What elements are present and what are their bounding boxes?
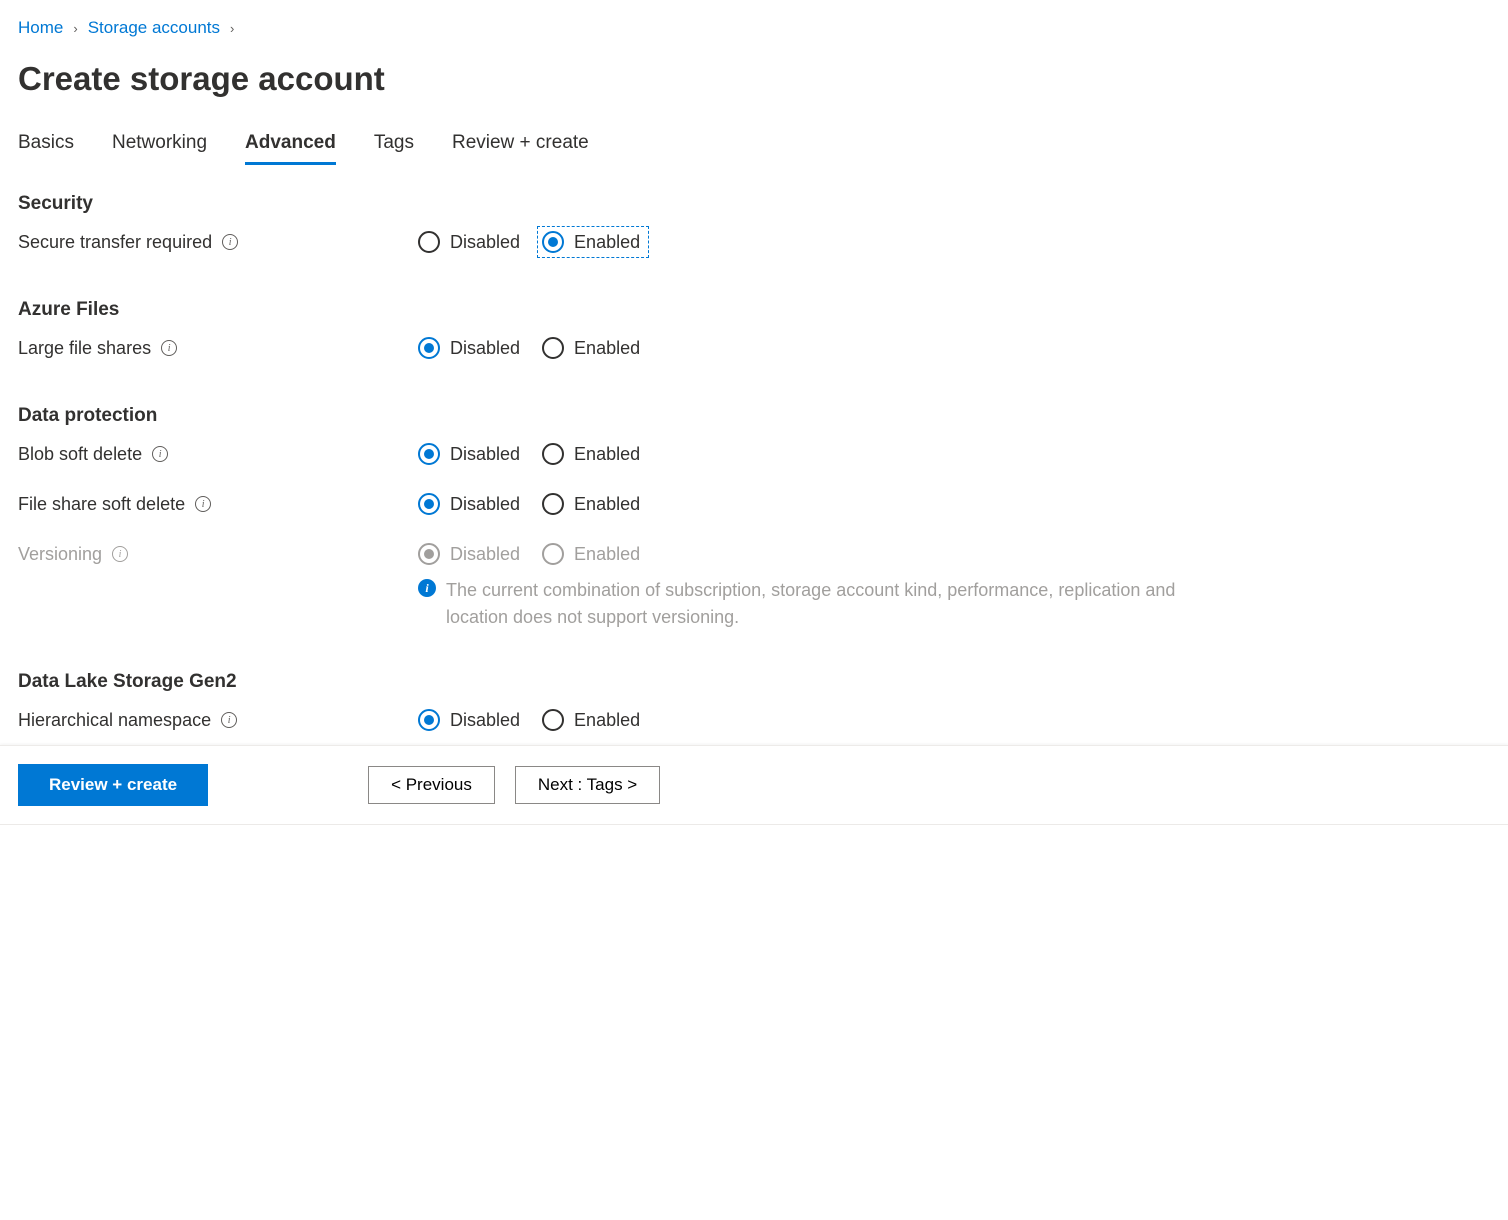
radio-group-file-share-soft-delete: Disabled Enabled [418, 493, 640, 515]
info-icon[interactable]: i [221, 712, 237, 728]
radio-blob-soft-delete-disabled[interactable]: Disabled [418, 443, 520, 465]
radio-circle-icon [542, 337, 564, 359]
radio-versioning-disabled: Disabled [418, 543, 520, 565]
radio-circle-icon [542, 443, 564, 465]
page-title: Create storage account [18, 60, 1508, 98]
radio-text: Enabled [574, 338, 640, 359]
radio-file-share-soft-delete-disabled[interactable]: Disabled [418, 493, 520, 515]
radio-text: Enabled [574, 232, 640, 253]
section-heading-azure-files: Azure Files [18, 299, 1508, 321]
radio-text: Disabled [450, 710, 520, 731]
tab-tags[interactable]: Tags [374, 132, 414, 165]
chevron-right-icon: › [230, 21, 234, 36]
label-hierarchical-namespace: Hierarchical namespace [18, 710, 211, 731]
radio-circle-icon [418, 543, 440, 565]
tab-basics[interactable]: Basics [18, 132, 74, 165]
radio-secure-transfer-disabled[interactable]: Disabled [418, 231, 520, 253]
info-message-versioning: i The current combination of subscriptio… [418, 577, 1238, 631]
radio-circle-icon [542, 709, 564, 731]
radio-large-file-shares-disabled[interactable]: Disabled [418, 337, 520, 359]
section-heading-data-lake: Data Lake Storage Gen2 [18, 671, 1508, 693]
radio-circle-icon [418, 709, 440, 731]
radio-circle-icon [418, 337, 440, 359]
row-secure-transfer: Secure transfer required i Disabled Enab… [18, 231, 1508, 253]
radio-text: Disabled [450, 544, 520, 565]
radio-circle-icon [542, 231, 564, 253]
radio-circle-icon [542, 493, 564, 515]
radio-large-file-shares-enabled[interactable]: Enabled [542, 337, 640, 359]
radio-text: Disabled [450, 232, 520, 253]
info-icon[interactable]: i [112, 546, 128, 562]
info-message-text: The current combination of subscription,… [446, 577, 1238, 631]
radio-group-blob-soft-delete: Disabled Enabled [418, 443, 640, 465]
previous-button[interactable]: < Previous [368, 766, 495, 804]
radio-hierarchical-namespace-enabled[interactable]: Enabled [542, 709, 640, 731]
radio-group-large-file-shares: Disabled Enabled [418, 337, 640, 359]
breadcrumb-home[interactable]: Home [18, 18, 63, 38]
radio-circle-icon [418, 231, 440, 253]
radio-text: Enabled [574, 710, 640, 731]
label-versioning: Versioning [18, 544, 102, 565]
radio-circle-icon [418, 443, 440, 465]
row-blob-soft-delete: Blob soft delete i Disabled Enabled [18, 443, 1508, 465]
radio-group-hierarchical-namespace: Disabled Enabled [418, 709, 640, 731]
radio-blob-soft-delete-enabled[interactable]: Enabled [542, 443, 640, 465]
label-secure-transfer: Secure transfer required [18, 232, 212, 253]
tab-networking[interactable]: Networking [112, 132, 207, 165]
radio-group-secure-transfer: Disabled Enabled [418, 231, 640, 253]
radio-circle-icon [542, 543, 564, 565]
radio-text: Disabled [450, 444, 520, 465]
chevron-right-icon: › [73, 21, 77, 36]
info-solid-icon: i [418, 579, 436, 597]
tab-review-create[interactable]: Review + create [452, 132, 589, 165]
review-create-button[interactable]: Review + create [18, 764, 208, 806]
tab-advanced[interactable]: Advanced [245, 132, 336, 165]
breadcrumb-storage-accounts[interactable]: Storage accounts [88, 18, 220, 38]
radio-secure-transfer-enabled[interactable]: Enabled [540, 229, 646, 255]
radio-text: Disabled [450, 494, 520, 515]
tabs: Basics Networking Advanced Tags Review +… [18, 132, 1508, 165]
row-hierarchical-namespace: Hierarchical namespace i Disabled Enable… [18, 709, 1508, 731]
label-file-share-soft-delete: File share soft delete [18, 494, 185, 515]
info-icon[interactable]: i [222, 234, 238, 250]
section-heading-data-protection: Data protection [18, 405, 1508, 427]
label-blob-soft-delete: Blob soft delete [18, 444, 142, 465]
radio-hierarchical-namespace-disabled[interactable]: Disabled [418, 709, 520, 731]
section-heading-security: Security [18, 193, 1508, 215]
radio-file-share-soft-delete-enabled[interactable]: Enabled [542, 493, 640, 515]
radio-group-versioning: Disabled Enabled [418, 543, 640, 565]
radio-circle-icon [418, 493, 440, 515]
radio-versioning-enabled: Enabled [542, 543, 640, 565]
label-large-file-shares: Large file shares [18, 338, 151, 359]
radio-text: Enabled [574, 544, 640, 565]
info-icon[interactable]: i [152, 446, 168, 462]
breadcrumb: Home › Storage accounts › [18, 18, 1508, 38]
info-icon[interactable]: i [161, 340, 177, 356]
footer: Review + create < Previous Next : Tags > [0, 745, 1508, 824]
next-button[interactable]: Next : Tags > [515, 766, 660, 804]
radio-text: Disabled [450, 338, 520, 359]
radio-text: Enabled [574, 494, 640, 515]
info-icon[interactable]: i [195, 496, 211, 512]
row-large-file-shares: Large file shares i Disabled Enabled [18, 337, 1508, 359]
row-versioning: Versioning i Disabled Enabled [18, 543, 1508, 565]
radio-text: Enabled [574, 444, 640, 465]
row-file-share-soft-delete: File share soft delete i Disabled Enable… [18, 493, 1508, 515]
